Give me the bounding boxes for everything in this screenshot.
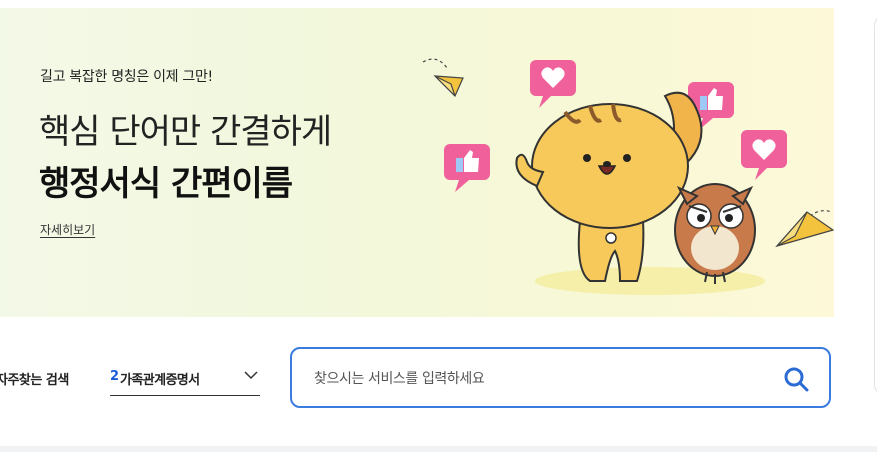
- search-box: [290, 347, 831, 408]
- frequent-search-rank: 2: [110, 369, 120, 384]
- chevron-down-icon: [244, 371, 258, 380]
- search-icon[interactable]: [783, 366, 809, 392]
- search-input[interactable]: [312, 366, 766, 392]
- paper-plane-icon: [422, 58, 464, 98]
- squirrel-mascot: [515, 103, 689, 282]
- heart-bubble-icon: [530, 60, 576, 108]
- like-bubble-icon: [444, 144, 490, 192]
- mascot-illustration: [422, 58, 834, 295]
- promo-banner[interactable]: 길고 복잡한 명칭은 이제 그만! 핵심 단어만 간결하게 행정서식 간편이름 …: [0, 8, 834, 317]
- banner-headline-line1: 핵심 단어만 간결하게: [39, 112, 332, 152]
- paper-plane-icon: [775, 210, 834, 248]
- frequent-search-dropdown[interactable]: 2 가족관계증명서: [110, 362, 260, 396]
- heart-bubble-icon: [741, 130, 787, 180]
- banner-headline-line2: 행정서식 간편이름: [39, 164, 293, 204]
- frequent-search-label: 자주찾는 검색: [0, 373, 69, 388]
- section-divider: [0, 446, 877, 452]
- frequent-search-item: 가족관계증명서: [120, 373, 200, 388]
- banner-more-link[interactable]: 자세히보기: [40, 221, 95, 238]
- banner-subtitle: 길고 복잡한 명칭은 이제 그만!: [40, 69, 213, 85]
